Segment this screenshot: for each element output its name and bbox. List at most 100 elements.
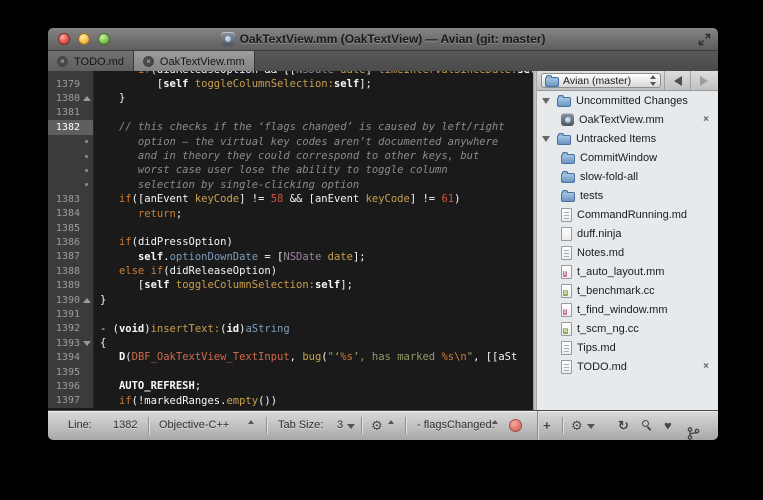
code-editor[interactable]: if(didReleaseOption && [[NSDate date] ti…: [48, 71, 533, 410]
sidebar-item-CommitWindow[interactable]: CommitWindow: [537, 148, 718, 167]
history-forward-button[interactable]: [690, 71, 716, 90]
code-line[interactable]: 1392- (void)insertText:(id)aString: [48, 322, 533, 336]
code-line[interactable]: 1386 if(didPressOption): [48, 235, 533, 249]
tab-close-icon[interactable]: ×: [143, 56, 154, 67]
tab-TODO.md[interactable]: ×TODO.md: [48, 51, 134, 72]
wrap-indicator-icon: [80, 169, 93, 172]
code-line[interactable]: 1383 if([anEvent keyCode] != 58 && [anEv…: [48, 192, 533, 206]
actions-gear-icon[interactable]: ⚙: [571, 411, 583, 440]
sidebar-item-TODO.md[interactable]: TODO.md×: [537, 357, 718, 376]
refresh-icon[interactable]: ↻: [618, 411, 629, 440]
gutter-cell[interactable]: 1394: [48, 350, 94, 364]
disclosure-triangle-icon[interactable]: [542, 98, 550, 104]
code-line[interactable]: 1381: [48, 106, 533, 120]
code-line[interactable]: 1389 [self toggleColumnSelection:self];: [48, 278, 533, 292]
code-line[interactable]: 1385: [48, 221, 533, 235]
project-popup[interactable]: Avian (master): [541, 73, 661, 88]
sidebar-item-CommandRunning.md[interactable]: CommandRunning.md: [537, 205, 718, 224]
gutter-cell[interactable]: 1397: [48, 394, 94, 408]
gutter-cell[interactable]: 1396: [48, 379, 94, 393]
code-line[interactable]: 1397 if(!markedRanges.empty()): [48, 394, 533, 408]
line-number: 1383: [48, 194, 80, 205]
sidebar-item-Tips.md[interactable]: Tips.md: [537, 338, 718, 357]
disclosure-triangle-icon[interactable]: [542, 136, 550, 142]
sidebar-item-tests[interactable]: tests: [537, 186, 718, 205]
sidebar-item-OakTextView.mm[interactable]: OakTextView.mm×: [537, 110, 718, 129]
gutter-cell[interactable]: 1379: [48, 77, 94, 91]
sidebar-item-t_benchmark.cc[interactable]: t_benchmark.cc: [537, 281, 718, 300]
code-token: %s\n: [441, 351, 466, 363]
code-line[interactable]: 1390}: [48, 293, 533, 307]
language-stepper-icon[interactable]: [248, 420, 255, 440]
code-line[interactable]: 1396 AUTO_REFRESH;: [48, 379, 533, 393]
line-number: 1379: [48, 79, 80, 90]
sidebar-item-t_find_window.mm[interactable]: t_find_window.mm: [537, 300, 718, 319]
sidebar-item-slow-fold-all[interactable]: slow-fold-all: [537, 167, 718, 186]
tab-size-caret-icon[interactable]: [347, 424, 355, 429]
code-line[interactable]: worst case user lose the ability to togg…: [48, 163, 533, 177]
tab-OakTextView.mm[interactable]: ×OakTextView.mm: [134, 51, 255, 72]
code-line[interactable]: and in theory they could correspond to o…: [48, 149, 533, 163]
macro-record-button[interactable]: [509, 419, 522, 432]
code-token: return: [138, 208, 176, 220]
gutter-cell[interactable]: 1392: [48, 322, 94, 336]
close-file-icon[interactable]: ×: [703, 115, 709, 125]
gutter-cell[interactable]: 1389: [48, 278, 94, 292]
gutter-cell[interactable]: [48, 135, 94, 149]
fold-marker-icon[interactable]: [80, 341, 93, 346]
gutter-cell[interactable]: [48, 178, 94, 192]
tab-size-value[interactable]: 3: [337, 411, 343, 440]
symbol-stepper-icon[interactable]: [492, 420, 499, 440]
add-item-button[interactable]: +: [543, 411, 551, 440]
gutter-cell[interactable]: 1385: [48, 221, 94, 235]
code-text: [94, 106, 533, 120]
code-line[interactable]: 1384 return;: [48, 207, 533, 221]
fold-marker-icon[interactable]: [80, 298, 93, 303]
code-line[interactable]: 1380 }: [48, 91, 533, 105]
gutter-cell[interactable]: [48, 149, 94, 163]
language-popup[interactable]: Objective-C++: [159, 411, 229, 440]
gutter-cell[interactable]: 1387: [48, 250, 94, 264]
code-line[interactable]: 1388 else if(didReleaseOption): [48, 264, 533, 278]
bundle-gear-icon[interactable]: ⚙: [371, 411, 383, 440]
close-file-icon[interactable]: ×: [703, 362, 709, 372]
gutter-cell[interactable]: 1383: [48, 192, 94, 206]
symbol-popup[interactable]: - flagsChanged:: [417, 411, 495, 440]
code-line[interactable]: 1382 // this checks if the ‘flags change…: [48, 120, 533, 134]
sidebar-item-t_auto_layout.mm[interactable]: t_auto_layout.mm: [537, 262, 718, 281]
gutter-cell[interactable]: 1390: [48, 293, 94, 307]
sidebar-group-Uncommitted Changes[interactable]: Uncommitted Changes: [537, 91, 718, 110]
code-line[interactable]: 1394 D(DBF_OakTextView_TextInput, bug("‘…: [48, 350, 533, 364]
code-line[interactable]: 1379 [self toggleColumnSelection:self];: [48, 77, 533, 91]
gutter-cell[interactable]: 1388: [48, 264, 94, 278]
code-line[interactable]: option — the virtual key codes aren’t do…: [48, 135, 533, 149]
gutter-cell[interactable]: 1381: [48, 106, 94, 120]
sidebar-group-Untracked Items[interactable]: Untracked Items: [537, 129, 718, 148]
fold-marker-icon[interactable]: [80, 96, 93, 101]
code-line[interactable]: 1387 self.optionDownDate = [NSDate date]…: [48, 250, 533, 264]
bundle-stepper-icon[interactable]: [388, 420, 395, 440]
code-line[interactable]: 1395: [48, 365, 533, 379]
code-line[interactable]: 1391: [48, 307, 533, 321]
favorites-heart-icon[interactable]: ♥: [664, 411, 672, 440]
actions-caret-icon[interactable]: [587, 424, 595, 429]
sidebar-item-Notes.md[interactable]: Notes.md: [537, 243, 718, 262]
gutter-cell[interactable]: 1393: [48, 336, 94, 350]
tab-close-icon[interactable]: ×: [57, 56, 68, 67]
gutter-cell[interactable]: 1395: [48, 365, 94, 379]
gutter-cell[interactable]: 1384: [48, 207, 94, 221]
sidebar-item-t_scm_ng.cc[interactable]: t_scm_ng.cc: [537, 319, 718, 338]
fullscreen-icon[interactable]: [698, 33, 711, 46]
gutter-cell[interactable]: 1382: [48, 120, 94, 134]
gutter-cell[interactable]: 1386: [48, 235, 94, 249]
code-token: DBF_OakTextView_TextInput: [132, 351, 290, 363]
scm-branch-icon[interactable]: [687, 419, 700, 440]
code-line[interactable]: 1393{: [48, 336, 533, 350]
sidebar-item-duff.ninja[interactable]: duff.ninja: [537, 224, 718, 243]
gutter-cell[interactable]: 1391: [48, 307, 94, 321]
code-line[interactable]: selection by single-clicking option: [48, 178, 533, 192]
history-back-button[interactable]: [664, 71, 690, 90]
search-icon[interactable]: [641, 419, 654, 432]
gutter-cell[interactable]: [48, 163, 94, 177]
gutter-cell[interactable]: 1380: [48, 91, 94, 105]
